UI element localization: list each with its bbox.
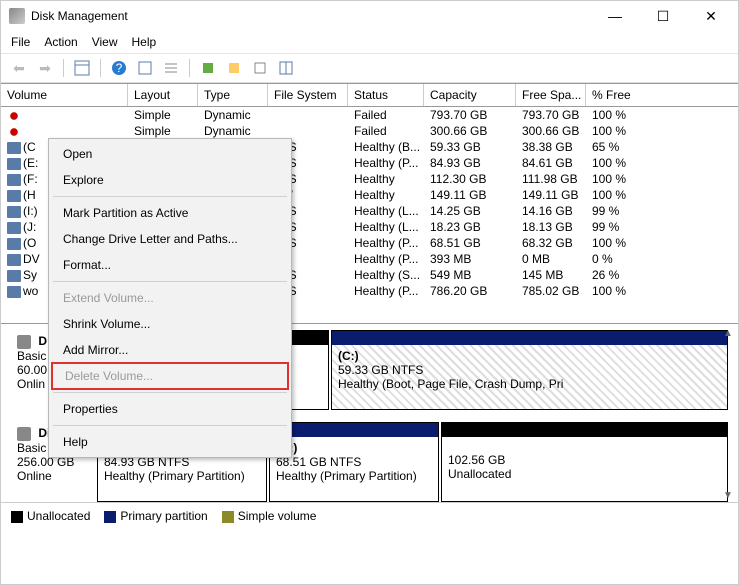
col-type[interactable]: Type	[198, 84, 268, 106]
part-c-status: Healthy (Boot, Page File, Crash Dump, Pr…	[338, 377, 563, 391]
title-bar: Disk Management — ☐ ✕	[1, 1, 738, 31]
col-capacity[interactable]: Capacity	[424, 84, 516, 106]
ctx-format[interactable]: Format...	[49, 252, 291, 278]
volume-icon	[7, 110, 21, 122]
disk-icon	[17, 427, 31, 441]
volume-icon	[7, 286, 21, 298]
disk1-part-o[interactable]: (O:) 68.51 GB NTFS Healthy (Primary Part…	[269, 422, 439, 502]
disk1-part-unallocated[interactable]: 102.56 GB Unallocated	[441, 422, 728, 502]
forward-icon[interactable]: ➡	[35, 58, 55, 78]
ctx-mark-active[interactable]: Mark Partition as Active	[49, 200, 291, 226]
action3-icon[interactable]	[250, 58, 270, 78]
menu-file[interactable]: File	[11, 35, 30, 49]
volume-icon	[7, 206, 21, 218]
settings-icon[interactable]	[161, 58, 181, 78]
volume-row[interactable]: SimpleDynamicFailed300.66 GB300.66 GB100…	[1, 123, 738, 139]
volume-icon	[7, 158, 21, 170]
action2-icon[interactable]	[224, 58, 244, 78]
ctx-open[interactable]: Open	[49, 141, 291, 167]
menu-action[interactable]: Action	[44, 35, 77, 49]
volume-icon	[7, 142, 21, 154]
ctx-shrink[interactable]: Shrink Volume...	[49, 311, 291, 337]
help-icon[interactable]: ?	[109, 58, 129, 78]
col-volume[interactable]: Volume	[1, 84, 128, 106]
volume-icon	[7, 222, 21, 234]
volume-icon	[7, 238, 21, 250]
volume-icon	[7, 174, 21, 186]
col-free[interactable]: Free Spa...	[516, 84, 586, 106]
volume-icon	[7, 270, 21, 282]
ctx-delete-volume: Delete Volume...	[51, 362, 289, 390]
ctx-extend: Extend Volume...	[49, 285, 291, 311]
minimize-button[interactable]: —	[600, 8, 630, 25]
part-u-status: Unallocated	[448, 467, 511, 481]
refresh-icon[interactable]	[135, 58, 155, 78]
ctx-mirror[interactable]: Add Mirror...	[49, 337, 291, 363]
legend-simple: Simple volume	[238, 509, 317, 523]
part-e-status: Healthy (Primary Partition)	[104, 469, 245, 483]
disk-0-state: Onlin	[17, 377, 45, 391]
menu-help[interactable]: Help	[132, 35, 157, 49]
part-o-status: Healthy (Primary Partition)	[276, 469, 417, 483]
volume-icon	[7, 254, 21, 266]
disk-1-state: Online	[17, 469, 52, 483]
part-u-size: 102.56 GB	[448, 453, 505, 467]
col-percent[interactable]: % Free	[586, 84, 656, 106]
menu-bar: File Action View Help	[1, 31, 738, 54]
toolbar: ⬅ ➡ ?	[1, 54, 738, 83]
volume-list-header: Volume Layout Type File System Status Ca…	[1, 83, 738, 107]
ctx-explore[interactable]: Explore	[49, 167, 291, 193]
action1-icon[interactable]	[198, 58, 218, 78]
ctx-properties[interactable]: Properties	[49, 396, 291, 422]
scroll-down-icon[interactable]: ▼	[720, 490, 736, 501]
context-menu: Open Explore Mark Partition as Active Ch…	[48, 138, 292, 458]
disk-0-name: D	[38, 334, 47, 348]
part-c-size: 59.33 GB NTFS	[338, 363, 423, 377]
legend-simple-swatch	[222, 511, 234, 523]
legend: Unallocated Primary partition Simple vol…	[1, 502, 738, 529]
col-status[interactable]: Status	[348, 84, 424, 106]
ctx-help[interactable]: Help	[49, 429, 291, 455]
window-title: Disk Management	[31, 9, 600, 23]
col-layout[interactable]: Layout	[128, 84, 198, 106]
legend-unalloc: Unallocated	[27, 509, 90, 523]
menu-view[interactable]: View	[92, 35, 118, 49]
action4-icon[interactable]	[276, 58, 296, 78]
legend-primary-swatch	[104, 511, 116, 523]
app-icon	[9, 8, 25, 24]
ctx-change-letter[interactable]: Change Drive Letter and Paths...	[49, 226, 291, 252]
disk-1-type: Basic	[17, 441, 46, 455]
part-c-name: (C:)	[338, 349, 359, 363]
view-icon[interactable]	[72, 58, 92, 78]
disk-0-type: Basic	[17, 349, 46, 363]
col-filesystem[interactable]: File System	[268, 84, 348, 106]
disk-0-size: 60.00	[17, 363, 47, 377]
legend-unalloc-swatch	[11, 511, 23, 523]
volume-icon	[7, 190, 21, 202]
maximize-button[interactable]: ☐	[648, 8, 678, 25]
volume-row[interactable]: SimpleDynamicFailed793.70 GB793.70 GB100…	[1, 107, 738, 123]
svg-text:?: ?	[116, 61, 123, 75]
disk-icon	[17, 335, 31, 349]
legend-primary: Primary partition	[120, 509, 207, 523]
disk0-part-c[interactable]: (C:) 59.33 GB NTFS Healthy (Boot, Page F…	[331, 330, 728, 410]
scroll-up-icon[interactable]: ▲	[720, 328, 736, 339]
volume-icon	[7, 126, 21, 138]
close-button[interactable]: ✕	[696, 8, 726, 25]
back-icon[interactable]: ⬅	[9, 58, 29, 78]
